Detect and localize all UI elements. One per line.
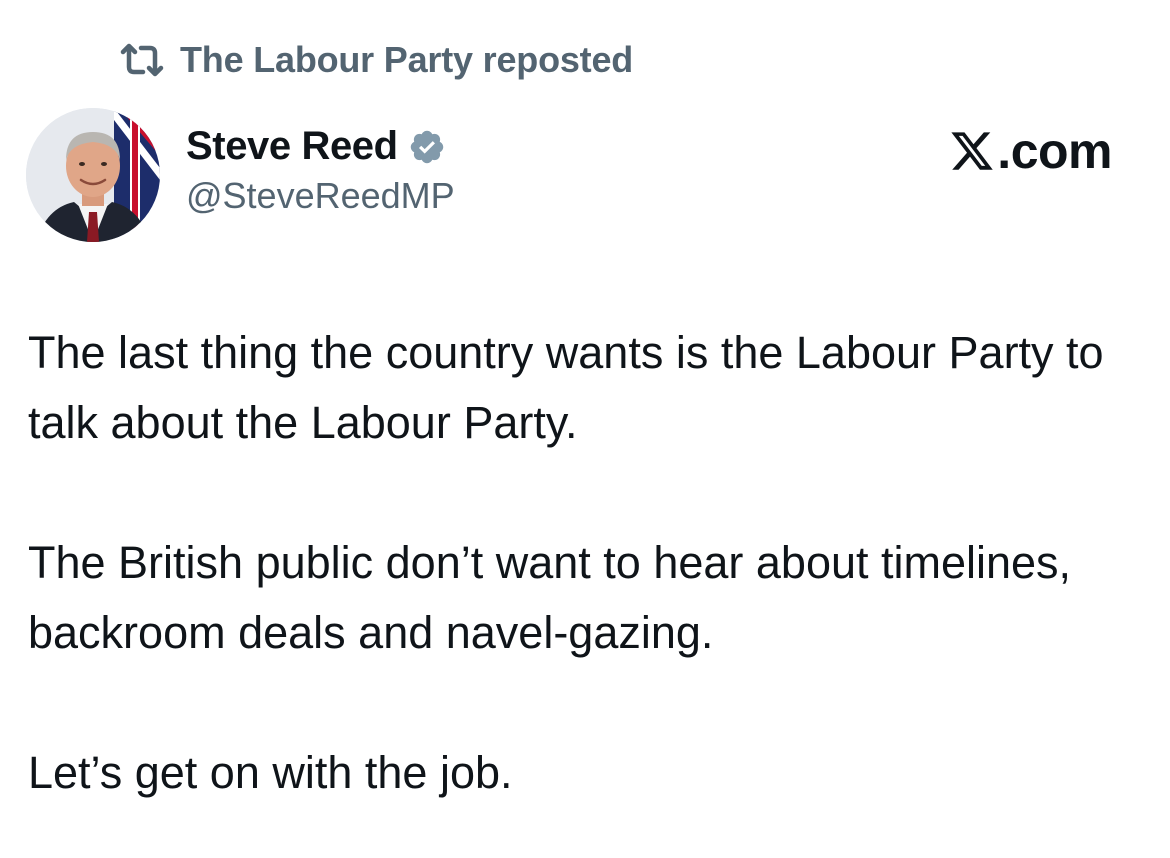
author-handle[interactable]: @SteveReedMP (186, 175, 455, 217)
repost-label: The Labour Party reposted (180, 39, 634, 80)
tweet-paragraph: The British public don’t want to hear ab… (28, 537, 1072, 658)
x-logo-icon (949, 128, 995, 174)
repost-indicator[interactable]: The Labour Party reposted (116, 38, 633, 82)
x-com-text: .com (997, 123, 1112, 179)
avatar[interactable] (26, 108, 160, 242)
author-name-row: Steve Reed (186, 124, 455, 169)
author-block: Steve Reed @SteveReedMP (186, 124, 455, 217)
x-com-watermark: .com (949, 122, 1112, 180)
verified-badge-icon[interactable] (408, 128, 446, 166)
repost-icon (116, 38, 168, 82)
tweet-paragraph: The last thing the country wants is the … (28, 327, 1104, 448)
tweet-text: The last thing the country wants is the … (28, 318, 1138, 808)
tweet-paragraph: Let’s get on with the job. (28, 747, 513, 798)
author-display-name[interactable]: Steve Reed (186, 124, 398, 169)
